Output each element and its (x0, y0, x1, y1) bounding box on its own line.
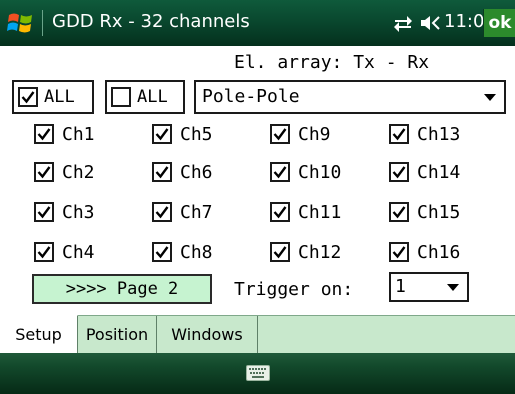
channel-checkbox-8[interactable]: Ch8 (152, 240, 213, 264)
checkbox[interactable] (389, 242, 409, 262)
next-page-button[interactable]: >>>> Page 2 (32, 274, 212, 304)
keyboard-icon[interactable] (246, 365, 270, 381)
channel-label: Ch14 (417, 161, 461, 183)
channel-label: Ch1 (62, 123, 95, 145)
channel-label: Ch6 (180, 161, 213, 183)
checkmark-icon (392, 246, 406, 259)
checkbox[interactable] (34, 162, 54, 182)
connectivity-icon[interactable] (392, 13, 414, 33)
channel-label: Ch4 (62, 241, 95, 263)
command-bar (0, 353, 515, 394)
checkbox[interactable] (389, 124, 409, 144)
checkbox[interactable] (152, 162, 172, 182)
checkbox[interactable] (34, 202, 54, 222)
channel-checkbox-4[interactable]: Ch4 (34, 240, 95, 264)
array-type-value: Pole-Pole (202, 86, 300, 107)
ok-button[interactable]: ok (483, 9, 515, 37)
checkbox[interactable] (270, 242, 290, 262)
channel-checkbox-2[interactable]: Ch2 (34, 160, 95, 184)
channel-checkbox-3[interactable]: Ch3 (34, 200, 95, 224)
channel-label: Ch15 (417, 201, 461, 223)
channel-checkbox-12[interactable]: Ch12 (270, 240, 341, 264)
channel-label: Ch8 (180, 241, 213, 263)
channel-label: Ch7 (180, 201, 213, 223)
channel-checkbox-14[interactable]: Ch14 (389, 160, 460, 184)
window-title: GDD Rx - 32 channels (52, 11, 250, 32)
checkmark-icon (37, 246, 51, 259)
volume-icon[interactable] (419, 13, 441, 33)
checkmark-icon (37, 166, 51, 179)
channel-checkbox-1[interactable]: Ch1 (34, 122, 95, 146)
channel-label: Ch5 (180, 123, 213, 145)
checkbox[interactable] (34, 242, 54, 262)
checkbox[interactable] (34, 124, 54, 144)
channel-checkbox-15[interactable]: Ch15 (389, 200, 460, 224)
channel-checkbox-16[interactable]: Ch16 (389, 240, 460, 264)
uncheck-all-button[interactable]: ALL (105, 80, 185, 114)
uncheck-all-label: ALL (137, 87, 168, 107)
checkmark-icon (392, 128, 406, 141)
checkbox[interactable] (152, 124, 172, 144)
dropdown-arrow-icon (447, 284, 459, 291)
checkbox[interactable] (270, 162, 290, 182)
title-separator (42, 10, 43, 36)
trigger-label: Trigger on: (234, 279, 354, 300)
checkbox[interactable] (152, 202, 172, 222)
checkmark-icon (37, 128, 51, 141)
channel-label: Ch2 (62, 161, 95, 183)
electrode-array-label: El. array: Tx - Rx (234, 52, 430, 73)
channel-checkbox-13[interactable]: Ch13 (389, 122, 460, 146)
checkbox[interactable] (389, 202, 409, 222)
channel-checkbox-5[interactable]: Ch5 (152, 122, 213, 146)
channel-label: Ch11 (298, 201, 342, 223)
title-bar: GDD Rx - 32 channels 11:04 ok (0, 0, 515, 46)
checkmark-icon (155, 246, 169, 259)
uncheck-all-checkbox[interactable] (111, 87, 131, 107)
channel-label: Ch9 (298, 123, 331, 145)
tab-position[interactable]: Position (78, 316, 157, 353)
checkmark-icon (392, 206, 406, 219)
tab-windows[interactable]: Windows (157, 316, 258, 353)
channel-label: Ch13 (417, 123, 461, 145)
check-all-checkbox[interactable] (18, 87, 38, 107)
channel-checkbox-11[interactable]: Ch11 (270, 200, 341, 224)
checkbox[interactable] (152, 242, 172, 262)
channel-label: Ch12 (298, 241, 342, 263)
array-type-dropdown[interactable]: Pole-Pole (194, 80, 506, 114)
checkmark-icon (155, 206, 169, 219)
checkbox[interactable] (389, 162, 409, 182)
checkmark-icon (21, 91, 35, 104)
check-all-label: ALL (44, 87, 75, 107)
checkmark-icon (37, 206, 51, 219)
checkmark-icon (273, 166, 287, 179)
checkmark-icon (392, 166, 406, 179)
channel-label: Ch16 (417, 241, 461, 263)
channel-checkbox-9[interactable]: Ch9 (270, 122, 331, 146)
trigger-dropdown[interactable]: 1 (389, 272, 469, 302)
checkmark-icon (273, 246, 287, 259)
channel-label: Ch3 (62, 201, 95, 223)
checkmark-icon (273, 128, 287, 141)
check-all-button[interactable]: ALL (12, 80, 94, 114)
channel-label: Ch10 (298, 161, 342, 183)
channel-checkbox-10[interactable]: Ch10 (270, 160, 341, 184)
channel-checkbox-6[interactable]: Ch6 (152, 160, 213, 184)
checkmark-icon (273, 206, 287, 219)
checkmark-icon (155, 166, 169, 179)
windows-start-icon[interactable] (6, 9, 36, 37)
checkbox[interactable] (270, 124, 290, 144)
tab-setup[interactable]: Setup (0, 315, 78, 353)
channel-checkbox-7[interactable]: Ch7 (152, 200, 213, 224)
trigger-value: 1 (395, 276, 406, 297)
dropdown-arrow-icon (484, 94, 496, 101)
checkmark-icon (155, 128, 169, 141)
checkbox[interactable] (270, 202, 290, 222)
tab-strip: Setup Position Windows (0, 315, 515, 353)
